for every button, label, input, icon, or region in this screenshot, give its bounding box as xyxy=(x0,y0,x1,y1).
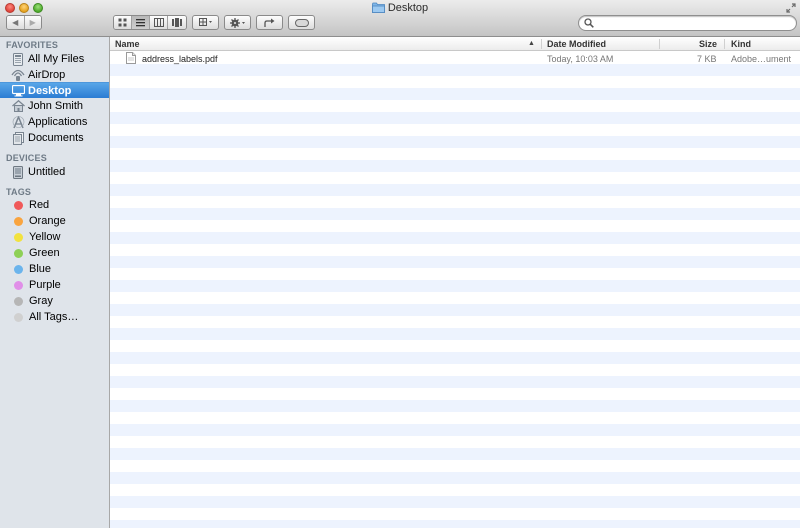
sidebar-item-label: Yellow xyxy=(29,231,61,243)
sidebar-item-label: Blue xyxy=(29,263,52,275)
list-view-button[interactable] xyxy=(132,16,150,29)
column-divider[interactable] xyxy=(724,39,725,49)
file-list: Name ▲ Date Modified Size Kind address_l… xyxy=(110,37,800,528)
window-title: Desktop xyxy=(387,2,429,14)
search-input[interactable] xyxy=(595,17,790,29)
back-arrow-icon: ◀ xyxy=(12,18,19,27)
sidebar-tag-yellow[interactable]: Yellow xyxy=(0,229,109,245)
orange-tag-dot-icon xyxy=(14,216,23,226)
icon-view-button[interactable] xyxy=(114,16,132,29)
devices-header: DEVICES xyxy=(6,153,47,163)
file-row[interactable]: address_labels.pdf Today, 10:03 AM 7 KB … xyxy=(110,52,800,66)
sort-ascending-icon: ▲ xyxy=(528,40,535,47)
folder-icon xyxy=(371,2,385,17)
column-view-button[interactable] xyxy=(150,16,168,29)
sidebar-item-label: John Smith xyxy=(28,100,84,112)
file-kind: Adobe…ument xyxy=(731,54,792,64)
sidebar-item-label: Orange xyxy=(29,215,66,227)
sidebar-item-label: Documents xyxy=(28,132,84,144)
fullscreen-icon[interactable] xyxy=(786,3,796,13)
search-icon xyxy=(584,18,594,31)
favorites-header: FAVORITES xyxy=(6,40,59,50)
edit-tags-button[interactable] xyxy=(288,15,315,30)
share-button[interactable] xyxy=(256,15,283,30)
forward-arrow-icon: ▶ xyxy=(29,18,36,27)
sidebar-item-documents[interactable]: Documents xyxy=(0,130,109,146)
search-field[interactable] xyxy=(578,15,797,31)
sidebar-tag-green[interactable]: Green xyxy=(0,245,109,261)
navigation-buttons: ◀ ▶ xyxy=(6,15,42,30)
sidebar-all-tags[interactable]: All Tags… xyxy=(0,309,109,325)
column-header-size[interactable]: Size xyxy=(699,39,717,49)
file-name: address_labels.pdf xyxy=(142,54,218,64)
column-view-icon xyxy=(153,18,164,27)
arrange-grid-icon xyxy=(198,18,212,26)
sidebar-item-label: Applications xyxy=(28,116,88,128)
sidebar-item-label: All My Files xyxy=(28,53,85,65)
list-view-icon xyxy=(136,19,145,27)
column-header-date-modified[interactable]: Date Modified xyxy=(547,39,606,49)
sidebar-tag-gray[interactable]: Gray xyxy=(0,293,109,309)
sidebar-tag-orange[interactable]: Orange xyxy=(0,213,109,229)
sidebar-item-label: AirDrop xyxy=(28,69,66,81)
forward-button[interactable]: ▶ xyxy=(24,16,41,29)
sidebar-tag-red[interactable]: Red xyxy=(0,197,109,213)
tag-icon xyxy=(294,18,309,27)
yellow-tag-dot-icon xyxy=(14,232,23,242)
icon-view-icon xyxy=(118,18,127,27)
red-tag-dot-icon xyxy=(14,200,23,210)
sidebar-item-desktop[interactable]: Desktop xyxy=(0,82,109,98)
desktop-icon xyxy=(11,84,25,98)
disk-icon xyxy=(11,165,25,179)
sidebar: FAVORITES All My Files AirDrop Desktop J… xyxy=(0,37,110,528)
window-toolbar: Desktop ◀ ▶ xyxy=(0,0,800,37)
purple-tag-dot-icon xyxy=(14,280,23,290)
file-date-modified: Today, 10:03 AM xyxy=(547,54,614,64)
sidebar-item-label: Purple xyxy=(29,279,61,291)
sidebar-item-label: Gray xyxy=(29,295,53,307)
column-header-kind[interactable]: Kind xyxy=(731,39,751,49)
column-divider[interactable] xyxy=(541,39,542,49)
view-mode-control xyxy=(113,15,187,30)
cover-flow-icon xyxy=(172,18,182,27)
column-divider[interactable] xyxy=(659,39,660,49)
column-header-name[interactable]: Name xyxy=(115,39,140,49)
sidebar-item-john-smith[interactable]: John Smith xyxy=(0,98,109,114)
sidebar-item-all-my-files[interactable]: All My Files xyxy=(0,51,109,67)
green-tag-dot-icon xyxy=(14,248,23,258)
arrange-menu-button[interactable] xyxy=(192,15,219,30)
sidebar-item-untitled-disk[interactable]: Untitled xyxy=(0,164,109,180)
sidebar-tag-purple[interactable]: Purple xyxy=(0,277,109,293)
pdf-file-icon xyxy=(126,52,136,66)
sidebar-item-label: All Tags… xyxy=(29,311,79,323)
file-rows: address_labels.pdf Today, 10:03 AM 7 KB … xyxy=(110,52,800,528)
column-header-row: Name ▲ Date Modified Size Kind xyxy=(110,37,800,51)
gear-icon xyxy=(229,17,245,28)
tags-header: TAGS xyxy=(6,187,32,197)
sidebar-item-label: Desktop xyxy=(28,84,72,97)
back-button[interactable]: ◀ xyxy=(7,16,25,29)
sidebar-tag-blue[interactable]: Blue xyxy=(0,261,109,277)
applications-icon xyxy=(11,115,25,129)
sidebar-item-airdrop[interactable]: AirDrop xyxy=(0,67,109,83)
airdrop-icon xyxy=(11,68,25,82)
sidebar-item-label: Green xyxy=(29,247,60,259)
sidebar-item-applications[interactable]: Applications xyxy=(0,114,109,130)
gray-tag-dot-icon xyxy=(14,296,23,306)
file-size: 7 KB xyxy=(697,54,717,64)
documents-icon xyxy=(11,131,25,145)
cover-flow-view-button[interactable] xyxy=(168,16,186,29)
sidebar-item-label: Untitled xyxy=(28,166,66,178)
all-tags-dot-icon xyxy=(14,312,23,322)
action-menu-button[interactable] xyxy=(224,15,251,30)
blue-tag-dot-icon xyxy=(14,264,23,274)
home-icon xyxy=(11,99,25,113)
all-files-icon xyxy=(11,52,25,66)
share-icon xyxy=(263,18,274,27)
sidebar-item-label: Red xyxy=(29,199,50,211)
